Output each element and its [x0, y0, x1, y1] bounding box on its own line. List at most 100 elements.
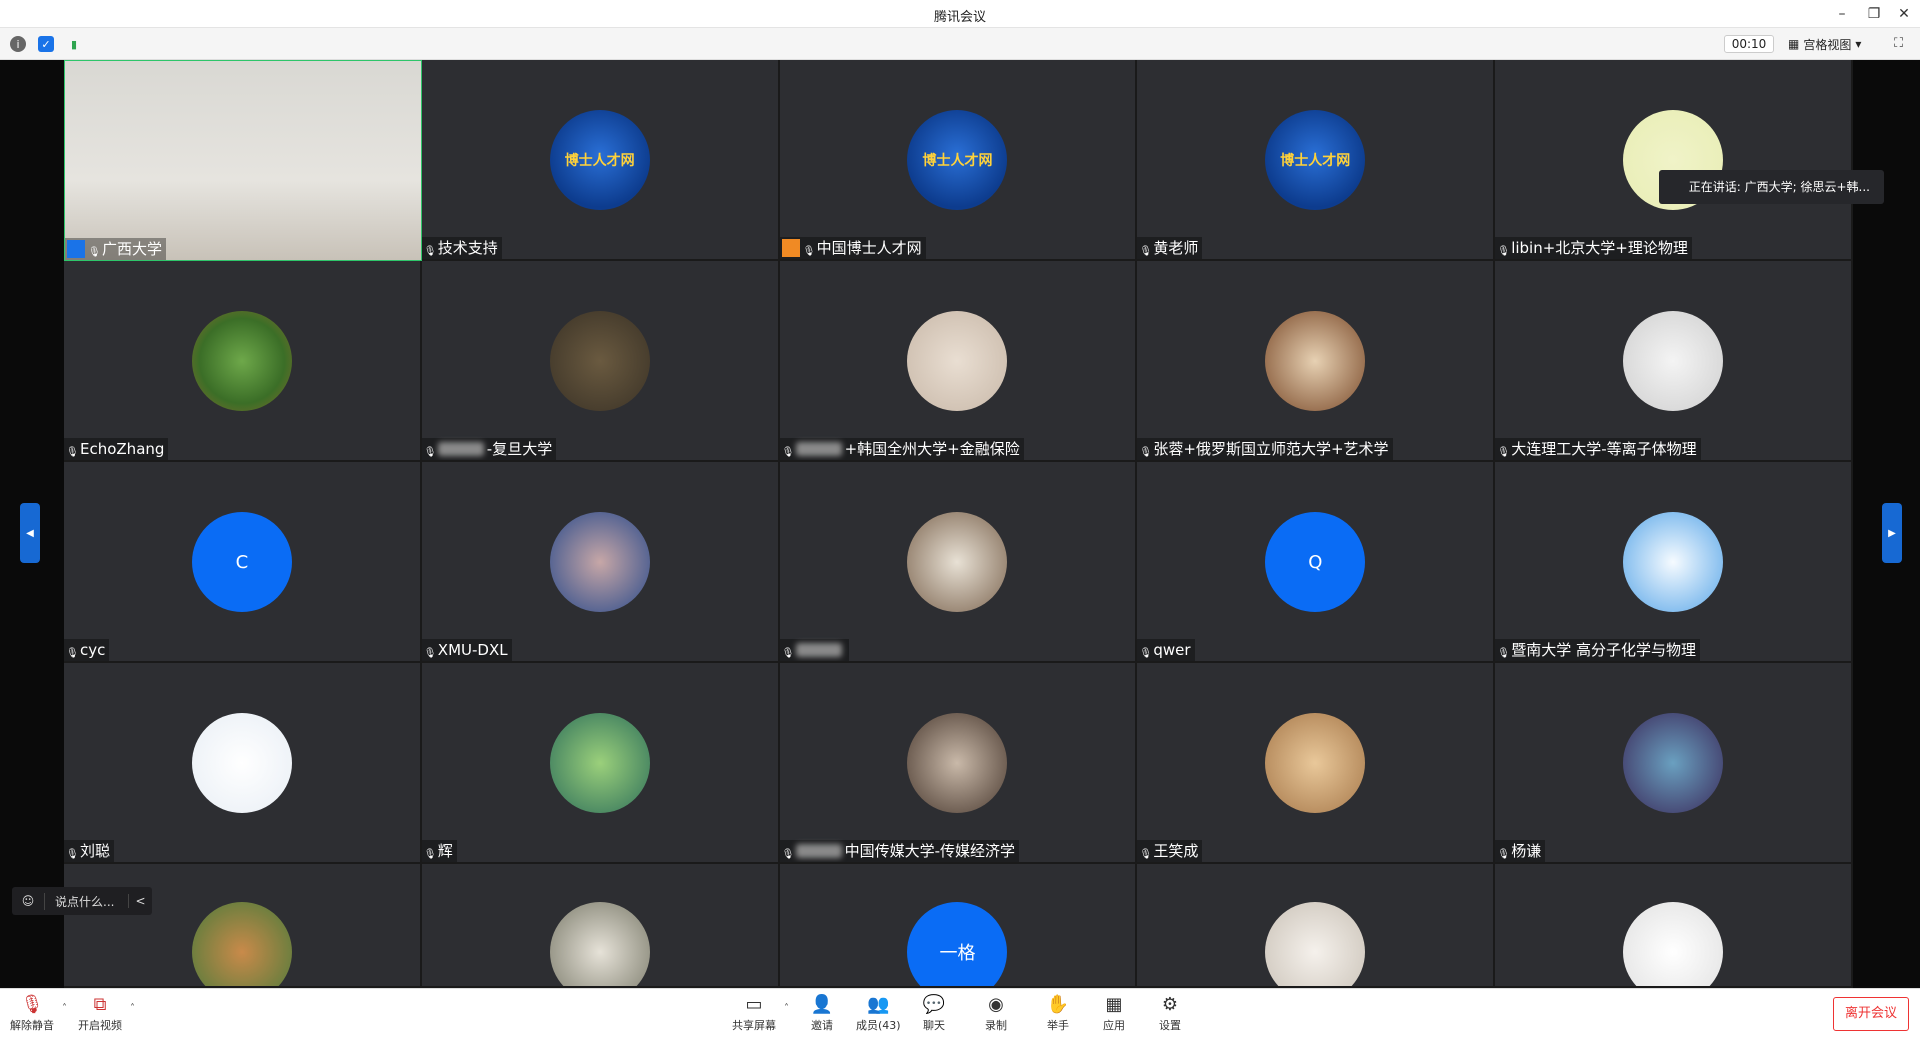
emoji-icon[interactable]: ☺: [12, 894, 44, 908]
restore-button[interactable]: ❐: [1860, 0, 1888, 28]
fullscreen-icon[interactable]: ⛶: [1894, 36, 1903, 51]
participant-name: 技术支持: [437, 239, 498, 257]
view-mode-select[interactable]: ▦ 宫格视图 ▾: [1788, 35, 1861, 53]
participant-tile[interactable]: 🎙 杨谦: [1495, 663, 1853, 864]
participant-tile[interactable]: 🎙 +韩国全州大学+金融保险: [779, 261, 1138, 462]
participant-avatar: [1265, 311, 1366, 411]
participant-tile[interactable]: C 🎙 cyc: [64, 462, 422, 663]
participant-tile[interactable]: Q 🎙 qwer: [1137, 462, 1496, 663]
participant-avatar: [1623, 713, 1724, 813]
host-icon: [67, 240, 85, 258]
participant-name: 暨南大学 高分子化学与物理: [1511, 641, 1696, 659]
participant-tile[interactable]: 🎙: [779, 462, 1138, 663]
mic-muted-icon: 🎙: [1497, 648, 1510, 659]
unmute-button[interactable]: 🎙 解除静音: [10, 993, 54, 1033]
participant-name-label: 🎙 中国博士人才网: [779, 237, 926, 259]
participant-name-label: 🎙 广西大学: [65, 238, 167, 260]
leave-meeting-button[interactable]: 离开会议: [1833, 997, 1909, 1031]
participant-name: XMU-DXL: [437, 641, 508, 659]
info-icon[interactable]: i: [10, 36, 26, 52]
participant-avatar: [907, 713, 1008, 813]
avatar-letter: C: [235, 551, 249, 573]
participant-name: libin+北京大学+理论物理: [1511, 239, 1688, 257]
participant-tile[interactable]: [1495, 864, 1853, 988]
participant-tile[interactable]: 🎙 辉: [421, 663, 780, 864]
participant-name-label: 🎙 杨谦: [1495, 840, 1546, 862]
signal-icon[interactable]: ▮: [66, 36, 82, 52]
participant-avatar: [549, 713, 650, 813]
participant-tile[interactable]: 🎙 libin+北京大学+理论物理: [1495, 60, 1853, 261]
participant-tile[interactable]: 博士人才网 🎙 中国博士人才网: [779, 60, 1138, 261]
gear-icon: ⚙: [1161, 993, 1179, 1015]
participant-avatar: [549, 512, 650, 612]
participant-avatar: [1623, 512, 1724, 612]
participant-name: 杨谦: [1511, 842, 1542, 860]
participant-tile[interactable]: 一格: [779, 864, 1138, 988]
participant-tile[interactable]: 🎙 张蓉+俄罗斯国立师范大学+艺术学: [1137, 261, 1496, 462]
chevron-up-icon[interactable]: ˄: [130, 1003, 135, 1014]
view-mode-label: 宫格视图: [1803, 37, 1852, 52]
participant-tile[interactable]: [1137, 864, 1496, 988]
mic-muted-icon: 🎙: [66, 447, 79, 458]
participant-tile[interactable]: 🎙 广西大学: [64, 60, 422, 261]
participant-name-label: 🎙 大连理工大学-等离子体物理: [1495, 438, 1701, 460]
members-button[interactable]: 👥 成员(43): [856, 993, 901, 1033]
participant-tile[interactable]: [64, 864, 422, 988]
participant-tile[interactable]: 🎙 王笑成: [1137, 663, 1496, 864]
participant-tile[interactable]: 🎙 中国传媒大学-传媒经济学: [779, 663, 1138, 864]
settings-button[interactable]: ⚙ 设置: [1158, 993, 1182, 1033]
participant-tile[interactable]: 博士人才网 🎙 黄老师: [1137, 60, 1496, 261]
mic-muted-icon: 🎙: [423, 246, 437, 257]
prev-page-button[interactable]: ◀: [20, 503, 40, 563]
mic-muted-icon: 🎙: [20, 993, 44, 1015]
record-icon: ◉: [988, 993, 1004, 1015]
participant-avatar: [1265, 902, 1366, 986]
participant-tile[interactable]: 🎙 暨南大学 高分子化学与物理: [1495, 462, 1853, 663]
participant-tile[interactable]: 🎙 -复旦大学: [421, 261, 780, 462]
raise-hand-button[interactable]: ✋ 举手: [1046, 993, 1070, 1033]
shield-icon[interactable]: ✓: [38, 36, 54, 52]
participant-name-label: 🎙 暨南大学 高分子化学与物理: [1495, 639, 1700, 661]
participant-name-label: 🎙 XMU-DXL: [421, 639, 512, 661]
chat-placeholder[interactable]: 说点什么...: [44, 892, 128, 910]
participant-tile[interactable]: 🎙 刘聪: [64, 663, 422, 864]
participant-tile[interactable]: 🎙 XMU-DXL: [421, 462, 780, 663]
chat-button[interactable]: 💬 聊天: [922, 993, 946, 1033]
mic-muted-icon: 🎙: [66, 648, 79, 659]
speaking-indicator: 正在讲话: 广西大学; 徐思云+韩...: [1658, 170, 1884, 204]
participant-tile[interactable]: 🎙 EchoZhang: [64, 261, 422, 462]
participant-name: -复旦大学: [486, 440, 553, 458]
participant-name-label: 🎙 qwer: [1137, 639, 1195, 661]
start-video-button[interactable]: ⧉ 开启视频: [78, 993, 122, 1033]
apps-button[interactable]: ▦ 应用: [1102, 993, 1126, 1033]
invite-button[interactable]: 👤 邀请: [810, 993, 834, 1033]
participant-avatar: 一格: [907, 902, 1008, 986]
participant-name: 张蓉+俄罗斯国立师范大学+艺术学: [1153, 440, 1389, 458]
participant-tile[interactable]: 博士人才网 🎙 技术支持: [421, 60, 780, 261]
mic-muted-icon: 🎙: [1497, 849, 1510, 860]
chevron-up-icon[interactable]: ˄: [62, 1003, 67, 1014]
record-button[interactable]: ◉ 录制: [984, 993, 1008, 1033]
blurred-name: [795, 844, 842, 858]
participant-name: 广西大学: [102, 240, 163, 258]
participant-tile[interactable]: 🎙 大连理工大学-等离子体物理: [1495, 261, 1853, 462]
chat-quick-input[interactable]: ☺ 说点什么... <: [12, 887, 152, 915]
participant-name: +韩国全州大学+金融保险: [844, 440, 1020, 458]
participant-name: cyc: [80, 641, 106, 659]
mic-muted-icon: 🎙: [1497, 447, 1510, 458]
meeting-toolbar: i ✓ ▮ 00:10 ▦ 宫格视图 ▾ ⛶: [0, 28, 1920, 60]
mic-muted-icon: 🎙: [781, 648, 795, 659]
minimize-button[interactable]: –: [1828, 0, 1856, 28]
participant-grid: 🎙 广西大学 博士人才网 🎙 技术支持 博士人才网 🎙 中国博士人才网 博士人才网 🎙 黄老师 🎙 li…: [64, 60, 1853, 988]
participant-avatar: [1623, 902, 1724, 986]
mic-muted-icon: 🎙: [423, 648, 437, 659]
share-screen-button[interactable]: ▭ 共享屏幕: [732, 993, 776, 1033]
title-bar: 腾讯会议 – ❐ ✕: [0, 0, 1920, 28]
participant-name-label: 🎙 +韩国全州大学+金融保险: [779, 438, 1024, 460]
close-button[interactable]: ✕: [1890, 0, 1918, 28]
next-page-button[interactable]: ▶: [1882, 503, 1902, 563]
chevron-up-icon[interactable]: ˄: [784, 1003, 789, 1014]
participant-name-label: 🎙 王笑成: [1137, 840, 1203, 862]
participant-tile[interactable]: [421, 864, 780, 988]
collapse-icon[interactable]: <: [128, 894, 152, 908]
